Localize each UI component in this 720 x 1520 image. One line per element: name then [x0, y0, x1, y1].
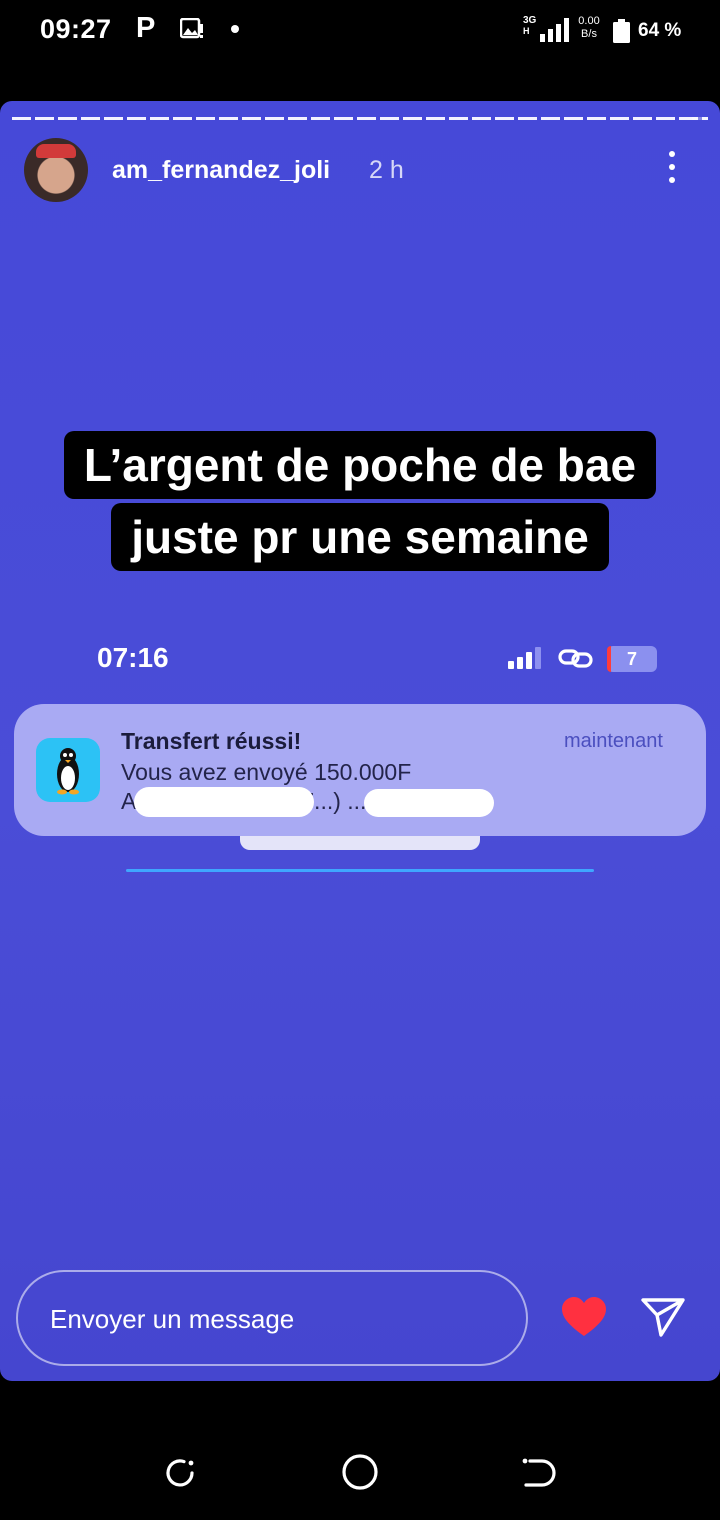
notification-body-line-1: Vous avez envoyé 150.000F: [121, 759, 412, 785]
caption-line-1: L’argent de poche de bae: [63, 431, 657, 499]
penguin-app-icon: [36, 738, 100, 802]
battery-icon: [613, 19, 630, 43]
network-type: 3G H: [523, 15, 537, 37]
message-input[interactable]: Envoyer un message: [16, 1270, 528, 1366]
network-speed: 0.00 B/s: [578, 15, 600, 40]
avatar[interactable]: [24, 138, 88, 202]
more-icon[interactable]: [660, 147, 684, 187]
story-progress-remaining: [692, 117, 708, 120]
heart-icon[interactable]: [560, 1296, 608, 1338]
inner-battery-icon: 7: [607, 646, 657, 672]
status-time: 09:27: [40, 14, 112, 44]
recents-icon[interactable]: [162, 1455, 198, 1491]
obscured-text: [240, 836, 480, 850]
send-icon[interactable]: [640, 1296, 686, 1338]
story-viewer[interactable]: am_fernandez_joli 2 h L’argent de poche …: [0, 101, 720, 1381]
redaction-scribble: [134, 787, 314, 817]
story-progress-bar: [12, 117, 708, 120]
battery-percent: 64 %: [638, 20, 682, 41]
back-icon[interactable]: [520, 1455, 556, 1491]
notification-card: Transfert réussi! maintenant Vous avez e…: [14, 704, 706, 836]
inner-signal-icon: [508, 647, 541, 669]
message-placeholder: Envoyer un message: [50, 1304, 295, 1334]
story-time-ago: 2 h: [369, 156, 404, 184]
home-icon[interactable]: [340, 1452, 380, 1492]
status-bar: 09:27 P 3G H 0.00 B/s 64 %: [0, 0, 720, 64]
story-username[interactable]: am_fernandez_joli: [112, 156, 330, 185]
notification-title: Transfert réussi!: [121, 728, 302, 754]
caption-line-1-wrap: L’argent de poche de bae: [0, 431, 720, 499]
caption-line-2: juste pr une semaine: [111, 503, 609, 571]
p-notification-icon: P: [136, 12, 156, 44]
notification-timestamp: maintenant: [564, 730, 663, 752]
image-icon: [180, 18, 203, 39]
inner-divider: [126, 869, 594, 872]
link-icon: [558, 649, 593, 668]
signal-icon: [540, 18, 569, 42]
inner-status-time: 07:16: [97, 642, 169, 673]
navigation-bar: [0, 1400, 720, 1520]
caption-line-2-wrap: juste pr une semaine: [0, 503, 720, 571]
notification-dot: [231, 25, 239, 33]
redaction-scribble: [364, 789, 494, 817]
